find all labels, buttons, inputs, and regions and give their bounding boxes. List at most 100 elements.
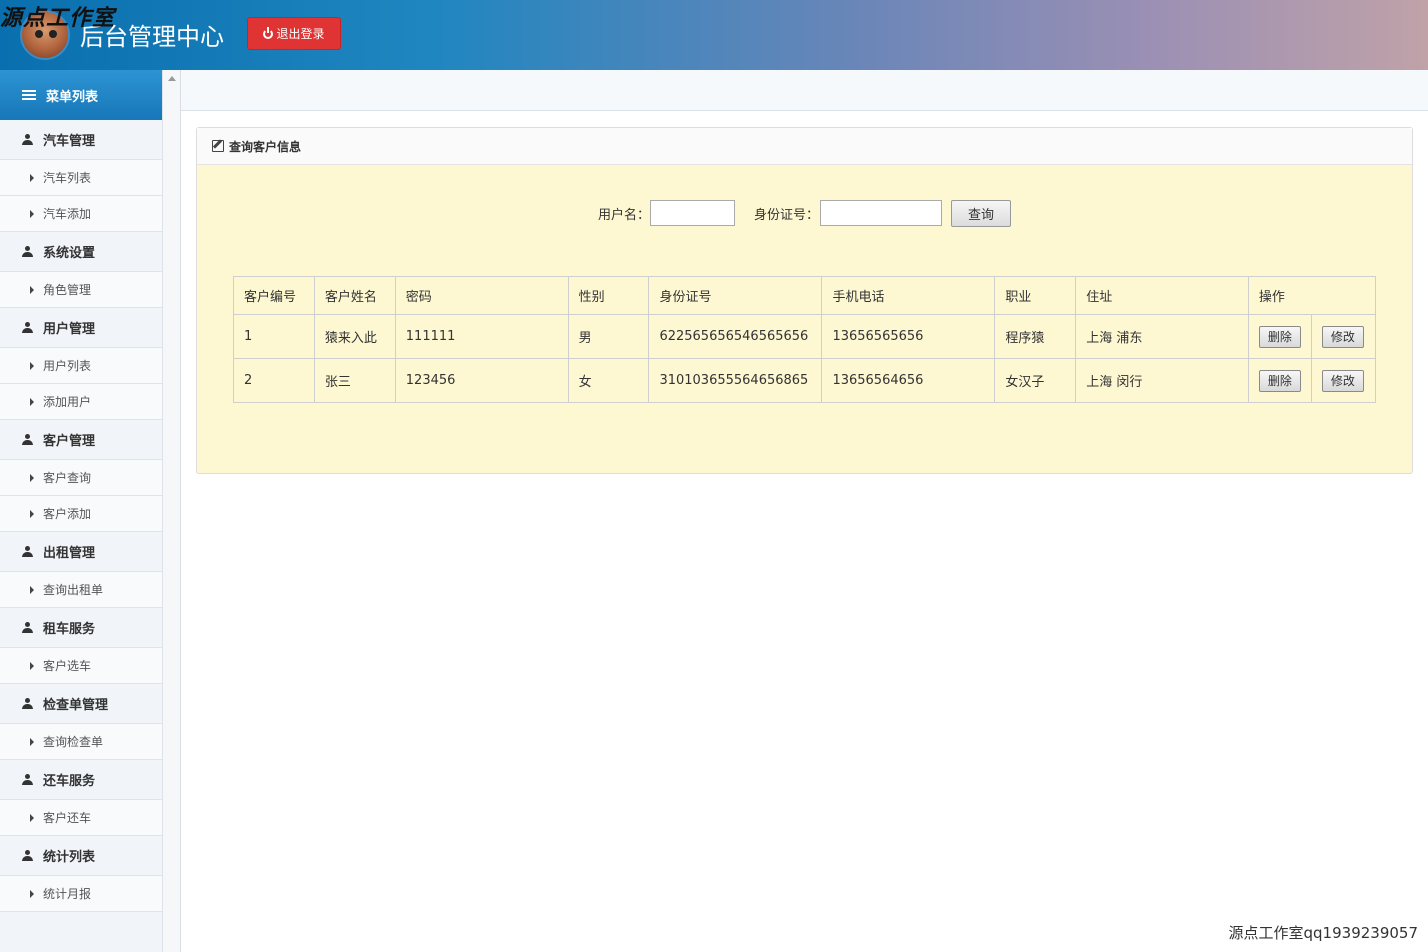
sidebar-group-users[interactable]: 用户管理 (0, 308, 162, 348)
sidebar-item-car-list[interactable]: 汽车列表 (0, 160, 162, 196)
user-icon (22, 322, 33, 333)
menu-title: 菜单列表 (46, 89, 99, 105)
table-cell: 张三 (313, 358, 396, 403)
user-icon (22, 774, 33, 785)
menu-header: 菜单列表 (0, 70, 162, 120)
sidebar-group-label: 出租管理 (43, 546, 96, 561)
sidebar: 菜单列表 汽车管理 汽车列表 汽车添加 系统设置 角色管理 用户管理 用户列表 … (0, 70, 163, 952)
sidebar-group-label: 用户管理 (43, 322, 96, 337)
table-cell: 111111 (394, 314, 569, 359)
sidebar-group-label: 还车服务 (43, 774, 96, 789)
sidebar-item-car-add[interactable]: 汽车添加 (0, 196, 162, 232)
sidebar-group-customers[interactable]: 客户管理 (0, 420, 162, 460)
sidebar-item-monthly-report[interactable]: 统计月报 (0, 876, 162, 912)
sidebar-item-roles[interactable]: 角色管理 (0, 272, 162, 308)
sidebar-scrollbar[interactable] (163, 70, 181, 952)
sidebar-group-system[interactable]: 系统设置 (0, 232, 162, 272)
edit-button[interactable]: 修改 (1321, 369, 1364, 392)
power-icon (263, 26, 274, 39)
list-icon (22, 89, 36, 101)
sidebar-item-return-car[interactable]: 客户还车 (0, 800, 162, 836)
sidebar-group-inspection[interactable]: 检查单管理 (0, 684, 162, 724)
sidebar-group-label: 统计列表 (43, 850, 96, 865)
sidebar-group-label: 汽车管理 (43, 134, 96, 149)
table-cell: 310103655564656865 (648, 358, 823, 403)
sidebar-group-label: 检查单管理 (43, 698, 109, 713)
caret-right-icon (30, 509, 34, 518)
query-button[interactable]: 查询 (951, 200, 1011, 227)
user-icon (22, 546, 33, 557)
idcard-input[interactable] (820, 200, 942, 226)
user-icon (22, 622, 33, 633)
table-cell: 上海 闵行 (1075, 358, 1249, 403)
watermark-top: 源点工作室 (0, 5, 116, 31)
user-icon (22, 850, 33, 861)
sidebar-item-user-list[interactable]: 用户列表 (0, 348, 162, 384)
edit-button[interactable]: 修改 (1321, 325, 1364, 348)
sidebar-item-rental-query[interactable]: 查询出租单 (0, 572, 162, 608)
sidebar-item-user-add[interactable]: 添加用户 (0, 384, 162, 420)
caret-right-icon (30, 285, 34, 294)
sidebar-item-label: 查询出租单 (43, 583, 104, 597)
delete-button[interactable]: 删除 (1258, 325, 1301, 348)
sidebar-item-choose-car[interactable]: 客户选车 (0, 648, 162, 684)
logout-label: 退出登录 (276, 27, 325, 41)
table-cell: 猿来入此 (313, 314, 396, 359)
sidebar-item-customer-add[interactable]: 客户添加 (0, 496, 162, 532)
sidebar-group-label: 租车服务 (43, 622, 96, 637)
column-header: 身份证号 (648, 276, 823, 315)
table-cell: 622565656546565656 (648, 314, 823, 359)
user-icon (22, 246, 33, 257)
scroll-up-icon[interactable] (168, 76, 176, 81)
sidebar-group-stats[interactable]: 统计列表 (0, 836, 162, 876)
table-cell: 女 (567, 358, 650, 403)
sidebar-item-label: 添加用户 (43, 395, 92, 409)
caret-right-icon (30, 361, 34, 370)
sidebar-item-label: 角色管理 (43, 283, 92, 297)
delete-button[interactable]: 删除 (1258, 369, 1301, 392)
caret-right-icon (30, 813, 34, 822)
caret-right-icon (30, 397, 34, 406)
column-header: 职业 (994, 276, 1077, 315)
table-cell: 2 (233, 358, 315, 403)
sidebar-item-label: 客户选车 (43, 659, 92, 673)
sidebar-item-label: 汽车添加 (43, 207, 92, 221)
sidebar-item-inspection-query[interactable]: 查询检查单 (0, 724, 162, 760)
customer-query-panel: 查询客户信息 用户名： 身份证号： 查询 客户编号 客户姓名 密码 性别 身份证… (196, 127, 1413, 474)
user-icon (22, 134, 33, 145)
top-header: 后台管理中心 退出登录 (0, 0, 1428, 70)
sidebar-group-rent-service[interactable]: 租车服务 (0, 608, 162, 648)
breadcrumb-bar (181, 70, 1428, 111)
panel-header: 查询客户信息 (197, 128, 1412, 165)
user-icon (22, 698, 33, 709)
caret-right-icon (30, 737, 34, 746)
logout-button[interactable]: 退出登录 (247, 17, 341, 50)
sidebar-item-label: 客户还车 (43, 811, 92, 825)
column-header: 操作 (1247, 276, 1377, 315)
caret-right-icon (30, 209, 34, 218)
watermark-bottom: 源点工作室qq1939239057 (1228, 924, 1418, 942)
idcard-label: 身份证号： (754, 208, 820, 223)
panel-title: 查询客户信息 (229, 139, 302, 154)
table-cell: 删除 (1247, 314, 1312, 359)
table-row: 2 张三 123456 女 310103655564656865 1365656… (233, 358, 1377, 403)
user-icon (22, 434, 33, 445)
caret-right-icon (30, 585, 34, 594)
table-row: 1 猿来入此 111111 男 622565656546565656 13656… (233, 314, 1377, 359)
table-cell: 修改 (1310, 358, 1377, 403)
sidebar-item-label: 统计月报 (43, 887, 92, 901)
column-header: 性别 (567, 276, 650, 315)
sidebar-group-return[interactable]: 还车服务 (0, 760, 162, 800)
username-input[interactable] (650, 200, 735, 226)
column-header: 密码 (394, 276, 569, 315)
sidebar-group-car[interactable]: 汽车管理 (0, 120, 162, 160)
sidebar-item-customer-query[interactable]: 客户查询 (0, 460, 162, 496)
column-header: 客户编号 (233, 276, 315, 315)
sidebar-group-label: 系统设置 (43, 246, 96, 261)
sidebar-item-label: 用户列表 (43, 359, 92, 373)
caret-right-icon (30, 889, 34, 898)
sidebar-group-rental[interactable]: 出租管理 (0, 532, 162, 572)
caret-right-icon (30, 473, 34, 482)
customer-table: 客户编号 客户姓名 密码 性别 身份证号 手机电话 职业 住址 操作 1 猿来入… (233, 276, 1377, 403)
table-cell: 123456 (394, 358, 569, 403)
